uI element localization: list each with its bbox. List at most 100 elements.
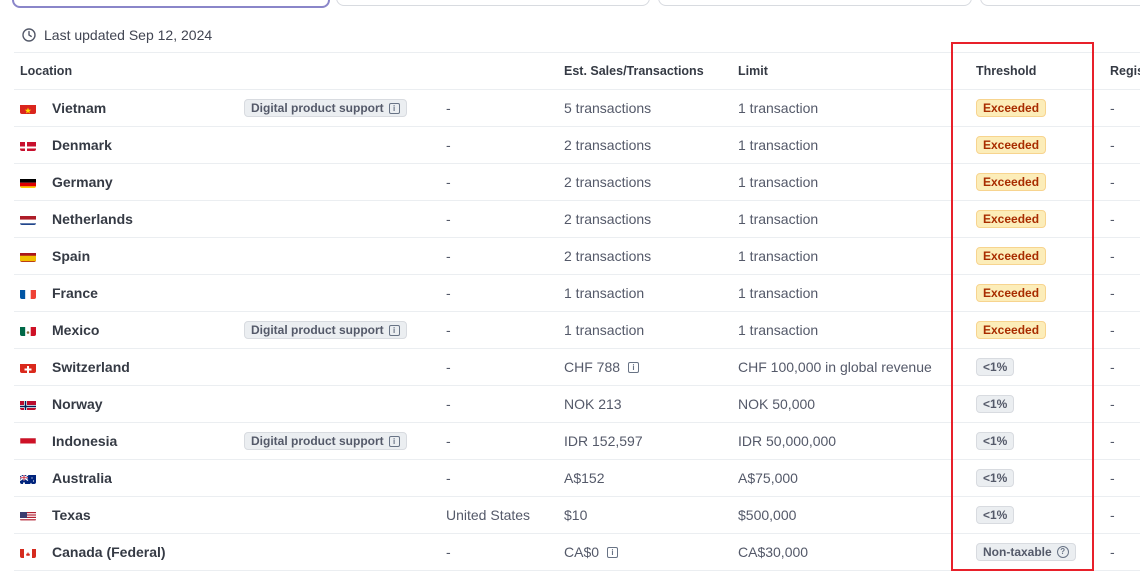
threshold-label: <1% xyxy=(983,397,1008,411)
limit-cell: NOK 50,000 xyxy=(738,396,816,412)
limit-cell: 1 transaction xyxy=(738,322,819,338)
threshold-cell: <1% xyxy=(976,497,1015,533)
header-registration[interactable]: Regis xyxy=(1110,64,1140,78)
header-location[interactable]: Location xyxy=(20,64,72,78)
location-name: Texas xyxy=(52,507,91,523)
limit-cell: 1 transaction xyxy=(738,137,819,153)
threshold-cell: Non-taxable? xyxy=(976,534,1076,570)
est-cell: 2 transactions xyxy=(564,164,651,200)
table-row[interactable]: France - 1 transaction 1 transaction Exceede… xyxy=(14,275,1140,312)
threshold-badge: <1% xyxy=(976,432,1015,450)
threshold-cell: Exceeded xyxy=(976,90,1047,126)
registration-cell: - xyxy=(1110,100,1115,116)
limit-cell: 1 transaction xyxy=(738,285,819,301)
table-row[interactable]: Switzerland - CHF 788 i CHF 100,000 in globa… xyxy=(14,349,1140,386)
location-cell: Spain xyxy=(20,238,90,274)
threshold-badge: Exceeded xyxy=(976,136,1047,154)
registration-cell: - xyxy=(1110,507,1115,523)
est-cell: 2 transactions xyxy=(564,238,651,274)
region-cell: - xyxy=(446,248,451,264)
limit-cell: CHF 100,000 in global revenue xyxy=(738,359,932,375)
threshold-badge: <1% xyxy=(976,469,1015,487)
threshold-badge: <1% xyxy=(976,506,1015,524)
table-row[interactable]: Vietnam Digital product support i - 5 transa… xyxy=(14,90,1140,127)
header-est[interactable]: Est. Sales/Transactions xyxy=(564,64,704,78)
clock-icon xyxy=(22,28,36,42)
limit-cell: 1 transaction xyxy=(738,248,819,264)
digital-product-tag[interactable]: Digital product support i xyxy=(244,432,407,450)
est-cell: 2 transactions xyxy=(564,201,651,237)
est-cell: $10 xyxy=(564,497,587,533)
limit-cell: IDR 50,000,000 xyxy=(738,433,837,449)
table-row[interactable]: Denmark - 2 transactions 1 transaction Excee… xyxy=(14,127,1140,164)
location-cell: Mexico xyxy=(20,312,99,348)
tab[interactable] xyxy=(336,0,650,6)
location-cell: Australia xyxy=(20,460,112,496)
table-row[interactable]: Indonesia Digital product support i - IDR 15… xyxy=(14,423,1140,460)
registration-cell: - xyxy=(1110,248,1115,264)
table-row[interactable]: Australia - A$152 A$75,000 <1% - xyxy=(14,460,1140,497)
info-icon[interactable]: i xyxy=(628,361,640,373)
region-cell: - xyxy=(446,433,451,449)
region-cell: - xyxy=(446,100,451,116)
location-cell: Canada (Federal) xyxy=(20,534,166,570)
region-cell: - xyxy=(446,544,451,560)
threshold-badge: <1% xyxy=(976,395,1015,413)
tag-label: Digital product support xyxy=(251,434,384,448)
info-icon[interactable]: i xyxy=(388,435,400,447)
last-updated: Last updated Sep 12, 2024 xyxy=(22,26,212,44)
threshold-label: Exceeded xyxy=(983,175,1040,189)
table-row[interactable]: Spain - 2 transactions 1 transaction Exceede… xyxy=(14,238,1140,275)
digital-product-tag[interactable]: Digital product support i xyxy=(244,321,407,339)
est-cell: 2 transactions xyxy=(564,127,651,163)
table-row[interactable]: Netherlands - 2 transactions 1 transaction E… xyxy=(14,201,1140,238)
threshold-cell: Exceeded xyxy=(976,201,1047,237)
threshold-label: Exceeded xyxy=(983,101,1040,115)
threshold-cell: Exceeded xyxy=(976,238,1047,274)
region-cell: - xyxy=(446,137,451,153)
flag-switzerland-icon xyxy=(20,362,36,373)
registration-cell: - xyxy=(1110,211,1115,227)
flag-france-icon xyxy=(20,288,36,299)
threshold-badge: Exceeded xyxy=(976,210,1047,228)
header-limit[interactable]: Limit xyxy=(738,64,768,78)
location-name: Denmark xyxy=(52,137,112,153)
location-cell: Denmark xyxy=(20,127,112,163)
location-cell: Vietnam xyxy=(20,90,106,126)
est-value: CHF 788 xyxy=(564,359,621,375)
table-row[interactable]: Texas United States $10 $500,000 <1% - xyxy=(14,497,1140,534)
threshold-label: Non-taxable xyxy=(983,545,1052,559)
table-header: Location Est. Sales/Transactions Limit T… xyxy=(14,53,1140,90)
flag-spain-icon xyxy=(20,251,36,262)
tab[interactable] xyxy=(980,0,1140,6)
table-row[interactable]: Germany - 2 transactions 1 transaction Excee… xyxy=(14,164,1140,201)
location-cell: Texas xyxy=(20,497,91,533)
table-body: Vietnam Digital product support i - 5 transa… xyxy=(14,90,1140,571)
threshold-label: Exceeded xyxy=(983,212,1040,226)
registration-cell: - xyxy=(1110,285,1115,301)
table-row[interactable]: Canada (Federal) - CA$0 i CA$30,000 Non-taxab… xyxy=(14,534,1140,571)
threshold-label: Exceeded xyxy=(983,286,1040,300)
registration-cell: - xyxy=(1110,359,1115,375)
info-icon[interactable]: i xyxy=(388,324,400,336)
digital-product-tag[interactable]: Digital product support i xyxy=(244,99,407,117)
help-icon[interactable]: ? xyxy=(1056,546,1069,558)
limit-cell: A$75,000 xyxy=(738,470,798,486)
location-name: Canada (Federal) xyxy=(52,544,166,560)
table-row[interactable]: Mexico Digital product support i - 1 transac… xyxy=(14,312,1140,349)
tab[interactable] xyxy=(658,0,972,6)
tab-active[interactable] xyxy=(12,0,330,8)
tag-cell: Digital product support i xyxy=(244,423,407,459)
table-row[interactable]: Norway - NOK 213 NOK 50,000 <1% - xyxy=(14,386,1140,423)
header-threshold[interactable]: Threshold xyxy=(976,64,1036,78)
threshold-badge: Exceeded xyxy=(976,99,1047,117)
registration-cell: - xyxy=(1110,433,1115,449)
threshold-cell: <1% xyxy=(976,460,1015,496)
est-cell: IDR 152,597 xyxy=(564,423,643,459)
info-icon[interactable]: i xyxy=(607,546,619,558)
est-cell: CHF 788 i xyxy=(564,349,640,385)
info-icon[interactable]: i xyxy=(388,102,400,114)
limit-cell: 1 transaction xyxy=(738,100,819,116)
region-cell: - xyxy=(446,285,451,301)
est-value: 2 transactions xyxy=(564,248,652,264)
